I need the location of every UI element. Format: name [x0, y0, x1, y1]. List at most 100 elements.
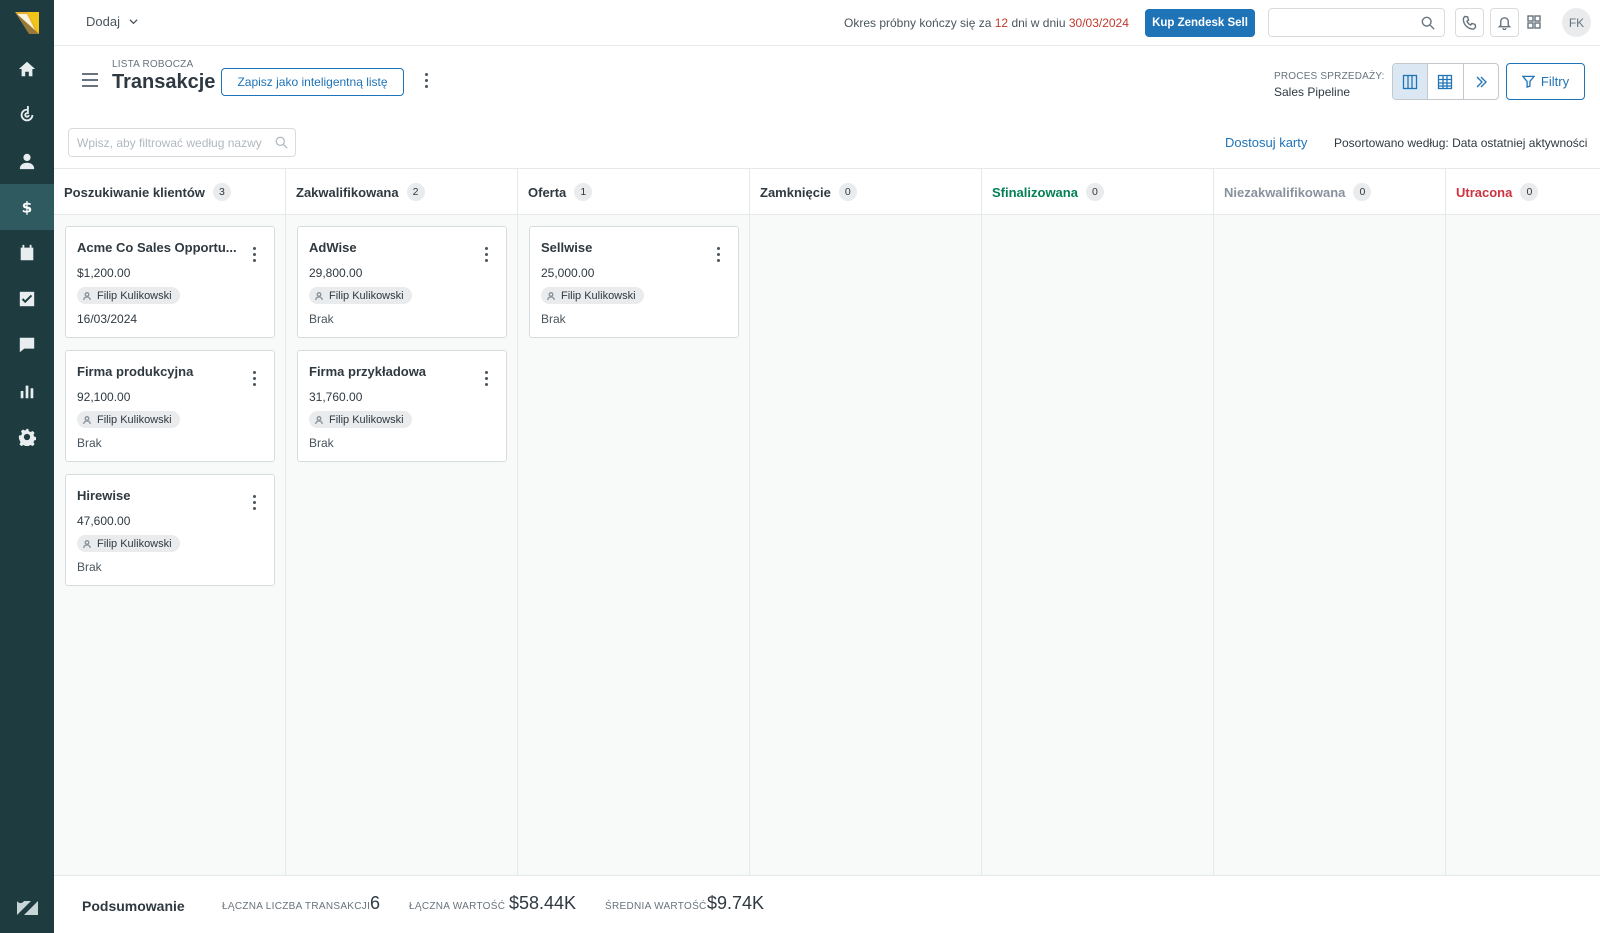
deal-meta: Brak — [541, 312, 566, 326]
column-title: Poszukiwanie klientów — [64, 184, 205, 200]
pipeline-column: Niezakwalifikowana 0 — [1214, 169, 1446, 876]
phone-button[interactable] — [1455, 8, 1484, 37]
deal-name[interactable]: AdWise — [309, 240, 469, 255]
owner-tag[interactable]: Filip Kulikowski — [309, 411, 412, 428]
view-toggle — [1392, 63, 1499, 100]
card-more-options-icon[interactable] — [717, 247, 720, 262]
column-count-badge: 0 — [1353, 183, 1372, 201]
reports-chart-icon[interactable] — [0, 368, 54, 414]
table-icon — [1438, 74, 1453, 89]
home-icon[interactable] — [0, 46, 54, 92]
user-avatar[interactable]: FK — [1562, 8, 1591, 37]
deal-card[interactable]: Firma produkcyjna 92,100.00 Filip Kulikows… — [65, 350, 275, 462]
deal-card[interactable]: Hirewise 47,600.00 Filip Kulikowski Brak — [65, 474, 275, 586]
summary-title: Podsumowanie — [82, 898, 185, 914]
sales-process-label: PROCES SPRZEDAŻY: — [1274, 71, 1385, 82]
more-options-icon[interactable] — [420, 73, 432, 91]
deal-card[interactable]: Acme Co Sales Opportu... $1,200.00 Filip K… — [65, 226, 275, 338]
global-search-input[interactable] — [1268, 8, 1445, 37]
card-more-options-icon[interactable] — [253, 495, 256, 510]
column-title: Sfinalizowana — [992, 184, 1078, 200]
deal-card[interactable]: AdWise 29,800.00 Filip Kulikowski Brak — [297, 226, 507, 338]
settings-gear-icon[interactable] — [0, 414, 54, 460]
owner-tag[interactable]: Filip Kulikowski — [77, 411, 180, 428]
card-more-options-icon[interactable] — [485, 247, 488, 262]
filters-button[interactable]: Filtry — [1506, 63, 1585, 100]
tasks-check-icon[interactable] — [0, 276, 54, 322]
deal-card[interactable]: Sellwise 25,000.00 Filip Kulikowski Brak — [529, 226, 739, 338]
communication-chat-icon[interactable] — [0, 322, 54, 368]
average-value: $9.74K — [707, 893, 765, 913]
person-icon — [315, 291, 323, 300]
leads-icon[interactable] — [0, 92, 54, 138]
person-icon — [83, 291, 91, 300]
column-title: Niezakwalifikowana — [1224, 184, 1346, 200]
pipeline-column: Utracona 0 — [1446, 169, 1600, 876]
deal-count-value: 6 — [370, 893, 381, 913]
trial-date: 30/03/2024 — [1068, 16, 1129, 30]
person-icon — [83, 415, 91, 424]
owner-name: Filip Kulikowski — [561, 289, 636, 302]
column-header: Zakwalifikowana 2 — [296, 183, 425, 201]
owner-name: Filip Kulikowski — [97, 289, 172, 302]
deal-name[interactable]: Firma przykładowa — [309, 364, 469, 379]
owner-name: Filip Kulikowski — [97, 413, 172, 426]
pipeline-column: Zakwalifikowana 2 AdWise 29,800.00 Filip Kul… — [286, 169, 518, 876]
deal-card[interactable]: Firma przykładowa 31,760.00 Filip Kulikows… — [297, 350, 507, 462]
pipeline-column: Poszukiwanie klientów 3 Acme Co Sales Oppo… — [54, 169, 286, 876]
deal-meta: Brak — [309, 436, 334, 450]
save-smart-list-button[interactable]: Zapisz jako inteligentną listę — [221, 68, 404, 96]
column-header: Niezakwalifikowana 0 — [1224, 183, 1372, 201]
deal-meta: Brak — [77, 436, 102, 450]
deals-dollar-icon[interactable]: $ — [0, 184, 54, 230]
hamburger-menu-icon[interactable] — [82, 73, 98, 87]
apps-grid-icon[interactable] — [1527, 15, 1541, 29]
card-more-options-icon[interactable] — [253, 247, 256, 262]
deal-name[interactable]: Sellwise — [541, 240, 701, 255]
total-value: $58.44K — [509, 893, 577, 913]
filters-label: Filtry — [1540, 74, 1570, 89]
column-count-badge: 0 — [838, 183, 857, 201]
customize-cards-link[interactable]: Dostosuj karty — [1225, 135, 1307, 150]
deal-meta: Brak — [309, 312, 334, 326]
deal-name[interactable]: Acme Co Sales Opportu... — [77, 240, 237, 255]
owner-tag[interactable]: Filip Kulikowski — [77, 535, 180, 552]
summary-bar: Podsumowanie ŁĄCZNA LICZBA TRANSAKCJI 6 … — [54, 875, 1600, 933]
forecast-view-button[interactable] — [1464, 64, 1498, 99]
sidebar: $ — [0, 0, 54, 933]
zendesk-z-logo-icon[interactable] — [16, 897, 38, 919]
sort-selector[interactable]: Posortowano według: Data ostatniej aktyw… — [1334, 136, 1587, 150]
card-more-options-icon[interactable] — [253, 371, 256, 386]
chevron-down-icon — [129, 19, 138, 25]
deal-value: 29,800.00 — [309, 266, 363, 280]
table-view-button[interactable] — [1428, 64, 1464, 99]
name-filter-placeholder: Wpisz, aby filtrować według nazwy — [77, 136, 262, 150]
deal-name[interactable]: Firma produkcyjna — [77, 364, 237, 379]
board-view-button[interactable] — [1393, 64, 1429, 99]
contacts-icon[interactable] — [0, 138, 54, 184]
owner-tag[interactable]: Filip Kulikowski — [77, 287, 180, 304]
add-dropdown-button[interactable]: Dodaj — [86, 14, 139, 29]
column-header: Oferta 1 — [528, 183, 593, 201]
deal-value: 25,000.00 — [541, 266, 595, 280]
card-more-options-icon[interactable] — [485, 371, 488, 386]
search-icon — [275, 136, 288, 149]
calendar-icon[interactable] — [0, 230, 54, 276]
phone-icon — [1462, 15, 1477, 30]
column-body — [1214, 215, 1445, 876]
zendesk-sell-logo-icon[interactable] — [15, 12, 39, 34]
column-body — [982, 215, 1213, 876]
owner-tag[interactable]: Filip Kulikowski — [541, 287, 644, 304]
search-icon — [1421, 16, 1435, 30]
owner-tag[interactable]: Filip Kulikowski — [309, 287, 412, 304]
notifications-button[interactable] — [1490, 8, 1519, 37]
bell-icon — [1497, 17, 1512, 30]
svg-text:$: $ — [22, 198, 33, 216]
column-count-badge: 0 — [1520, 183, 1539, 201]
sales-process-selector[interactable]: Sales Pipeline — [1274, 85, 1350, 99]
buy-zendesk-sell-button[interactable]: Kup Zendesk Sell — [1145, 9, 1255, 37]
name-filter-input[interactable]: Wpisz, aby filtrować według nazwy — [68, 128, 296, 157]
column-header: Zamknięcie 0 — [760, 183, 857, 201]
column-count-badge: 1 — [574, 183, 593, 201]
deal-name[interactable]: Hirewise — [77, 488, 237, 503]
